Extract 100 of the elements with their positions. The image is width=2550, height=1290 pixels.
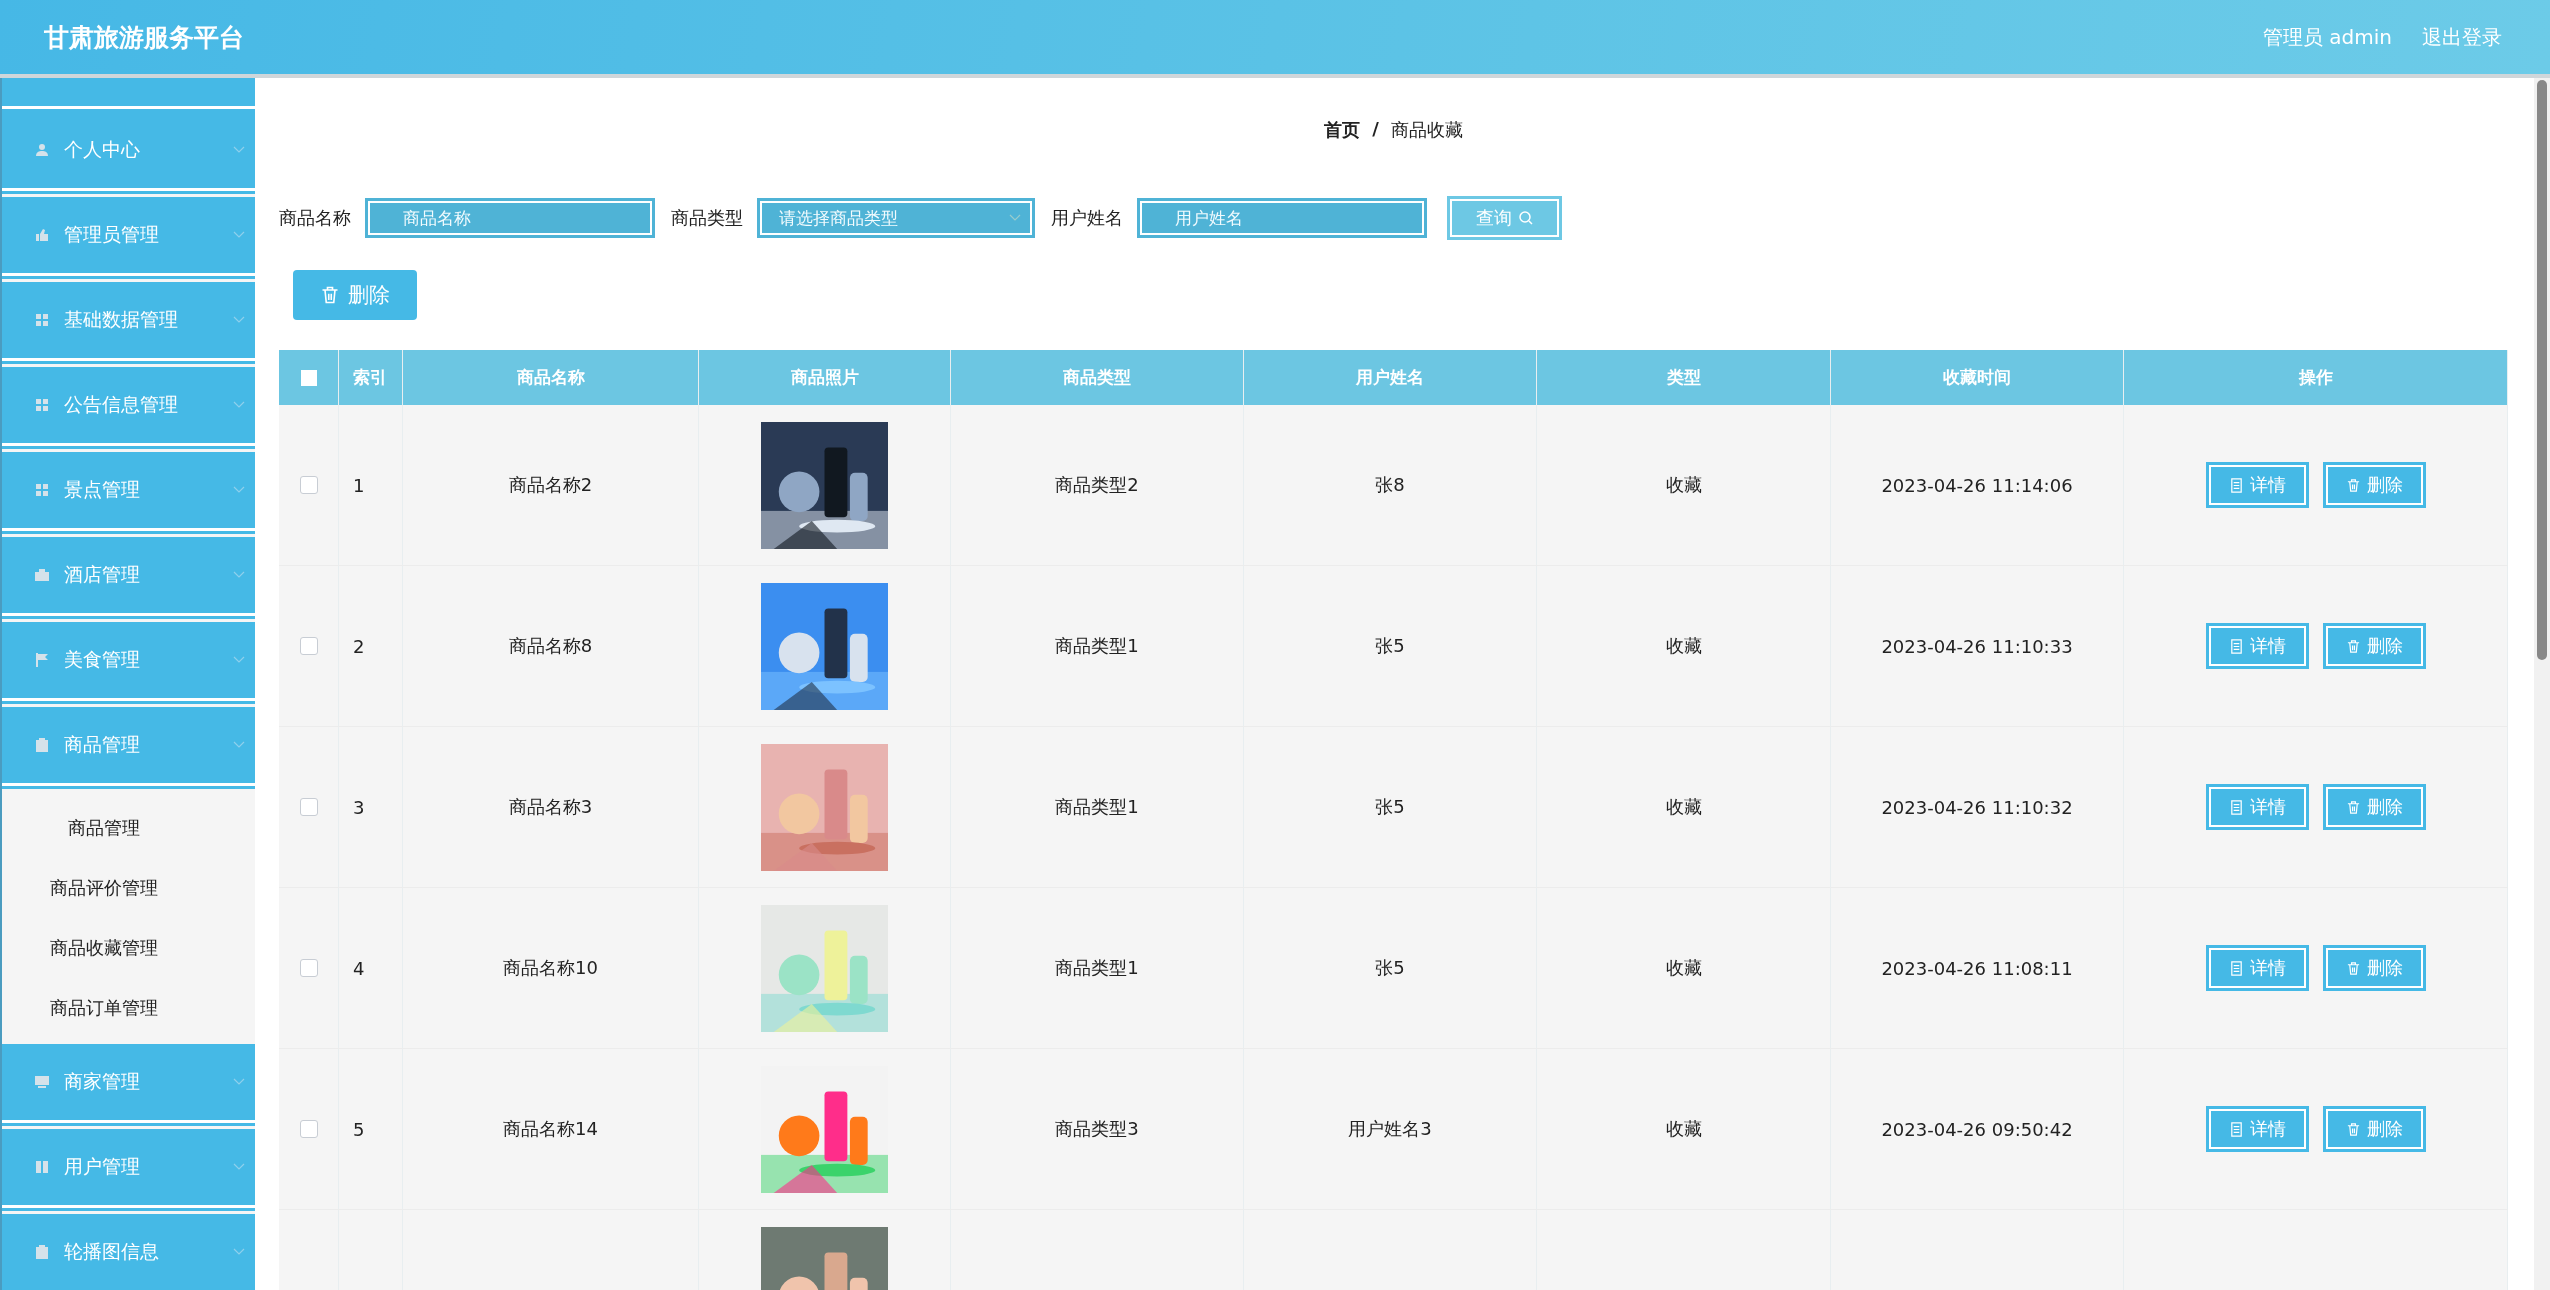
document-icon bbox=[2228, 960, 2244, 976]
submenu-item[interactable]: 商品评价管理 bbox=[2, 858, 255, 918]
chevron-icon bbox=[233, 401, 245, 409]
trash-icon bbox=[2345, 799, 2361, 815]
row-checkbox[interactable] bbox=[299, 476, 318, 494]
table-cell: 商品类型3 bbox=[1055, 1117, 1139, 1141]
chevron-icon bbox=[233, 146, 245, 154]
trash-icon bbox=[2345, 960, 2361, 976]
table-cell: 1 bbox=[353, 474, 365, 496]
menu-item[interactable]: 景点管理 bbox=[2, 452, 255, 528]
menu-item[interactable]: 公告信息管理 bbox=[2, 367, 255, 443]
field-label: 商品名称 bbox=[279, 206, 351, 230]
details-button[interactable]: 详情 bbox=[2205, 462, 2309, 508]
user-label: 管理员 admin bbox=[2262, 23, 2392, 51]
menu-item[interactable]: 个人中心 bbox=[2, 112, 255, 188]
table-cell: 2023-04-26 11:10:32 bbox=[1881, 796, 2073, 818]
delete-button[interactable]: 删除 bbox=[2322, 623, 2426, 669]
clipboard-icon bbox=[34, 1244, 50, 1260]
chevron-icon bbox=[233, 316, 245, 324]
table-cell: 2 bbox=[353, 635, 365, 657]
breadcrumb-separator: / bbox=[1372, 118, 1379, 141]
chevron-icon bbox=[1009, 214, 1021, 222]
table-cell: 用户姓名3 bbox=[1348, 1117, 1432, 1141]
details-button[interactable]: 详情 bbox=[2205, 1106, 2309, 1152]
details-button[interactable]: 详情 bbox=[2205, 945, 2309, 991]
search-field[interactable]: 商品名称 bbox=[365, 198, 655, 238]
details-button[interactable]: 详情 bbox=[2205, 784, 2309, 830]
table-cell: 商品类型1 bbox=[1055, 634, 1139, 658]
clipboard-icon bbox=[34, 737, 50, 753]
table-cell: 收藏 bbox=[1665, 473, 1702, 497]
table-cell: 张5 bbox=[1375, 634, 1405, 658]
row-checkbox[interactable] bbox=[299, 798, 318, 816]
menu-item[interactable]: 轮播图信息 bbox=[2, 1214, 255, 1290]
select-field[interactable]: 请选择商品类型 bbox=[757, 198, 1035, 238]
table-cell: 张5 bbox=[1375, 795, 1405, 819]
document-icon bbox=[2228, 799, 2244, 815]
menu-item[interactable]: 商家管理 bbox=[2, 1044, 255, 1120]
table-cell: 商品类型1 bbox=[1055, 956, 1139, 980]
delete-button[interactable]: 删除 bbox=[2322, 1106, 2426, 1152]
field-label: 用户姓名 bbox=[1051, 206, 1123, 230]
table-cell: 张8 bbox=[1375, 473, 1405, 497]
trash-icon bbox=[2345, 477, 2361, 493]
field-label: 商品类型 bbox=[671, 206, 743, 230]
table-cell: 2023-04-26 11:10:33 bbox=[1881, 635, 2073, 657]
menu-item[interactable]: 美食管理 bbox=[2, 622, 255, 698]
submenu-item[interactable]: 商品订单管理 bbox=[2, 978, 255, 1038]
select-all-checkbox[interactable] bbox=[300, 369, 317, 386]
submenu-item[interactable]: 商品管理 bbox=[2, 798, 255, 858]
document-icon bbox=[2228, 638, 2244, 654]
grid-icon bbox=[34, 397, 50, 413]
flag-icon bbox=[34, 652, 50, 668]
chevron-icon bbox=[233, 1078, 245, 1086]
menu-item[interactable]: 管理员管理 bbox=[2, 197, 255, 273]
table-cell: 张5 bbox=[1375, 956, 1405, 980]
table-cell: 2023-04-26 11:14:06 bbox=[1881, 474, 2073, 496]
row-checkbox[interactable] bbox=[299, 637, 318, 655]
delete-button[interactable]: 删除 bbox=[2322, 462, 2426, 508]
trash-icon bbox=[320, 285, 340, 305]
chevron-icon bbox=[233, 571, 245, 579]
trash-icon bbox=[2345, 1121, 2361, 1137]
menu-item[interactable]: 基础数据管理 bbox=[2, 282, 255, 358]
document-icon bbox=[2228, 1121, 2244, 1137]
breadcrumb-link[interactable]: 首页 bbox=[1324, 118, 1361, 142]
table-cell: 商品名称2 bbox=[508, 473, 593, 497]
logout-link[interactable]: 退出登录 bbox=[2422, 23, 2502, 51]
menu-item[interactable]: 酒店管理 bbox=[2, 537, 255, 613]
table-cell: 商品名称8 bbox=[508, 634, 593, 658]
book-icon bbox=[34, 1159, 50, 1175]
chevron-icon bbox=[233, 1248, 245, 1256]
document-icon bbox=[2228, 477, 2244, 493]
delete-button[interactable]: 删除 bbox=[2322, 784, 2426, 830]
chevron-icon bbox=[233, 486, 245, 494]
briefcase-icon bbox=[34, 567, 50, 583]
row-checkbox[interactable] bbox=[299, 959, 318, 977]
chevron-icon bbox=[233, 741, 245, 749]
menu-item[interactable]: 商品管理 bbox=[2, 707, 255, 783]
table-cell: 商品名称3 bbox=[508, 795, 593, 819]
search-button[interactable]: 查询 bbox=[1447, 196, 1562, 240]
row-checkbox[interactable] bbox=[299, 1120, 318, 1138]
table-cell: 商品类型1 bbox=[1055, 795, 1139, 819]
table-cell: 商品类型2 bbox=[1055, 473, 1139, 497]
table-cell: 收藏 bbox=[1665, 1117, 1702, 1141]
delete-button[interactable]: 删除 bbox=[293, 270, 417, 320]
table-cell: 4 bbox=[353, 957, 365, 979]
search-icon bbox=[1517, 210, 1534, 226]
scrollbar-thumb[interactable] bbox=[2537, 80, 2547, 660]
chevron-icon bbox=[233, 231, 245, 239]
search-field[interactable]: 用户姓名 bbox=[1137, 198, 1427, 238]
table-cell: 2023-04-26 11:08:11 bbox=[1881, 957, 2073, 979]
table-cell: 收藏 bbox=[1665, 634, 1702, 658]
details-button[interactable]: 详情 bbox=[2205, 623, 2309, 669]
grid-icon bbox=[34, 482, 50, 498]
table-cell: 商品名称10 bbox=[503, 956, 598, 980]
table-cell: 收藏 bbox=[1665, 795, 1702, 819]
table-cell: 收藏 bbox=[1665, 956, 1702, 980]
menu-item[interactable]: 用户管理 bbox=[2, 1129, 255, 1205]
breadcrumb-current: 商品收藏 bbox=[1390, 118, 1463, 142]
delete-button[interactable]: 删除 bbox=[2322, 945, 2426, 991]
chevron-icon bbox=[233, 1163, 245, 1171]
submenu-item[interactable]: 商品收藏管理 bbox=[2, 918, 255, 978]
